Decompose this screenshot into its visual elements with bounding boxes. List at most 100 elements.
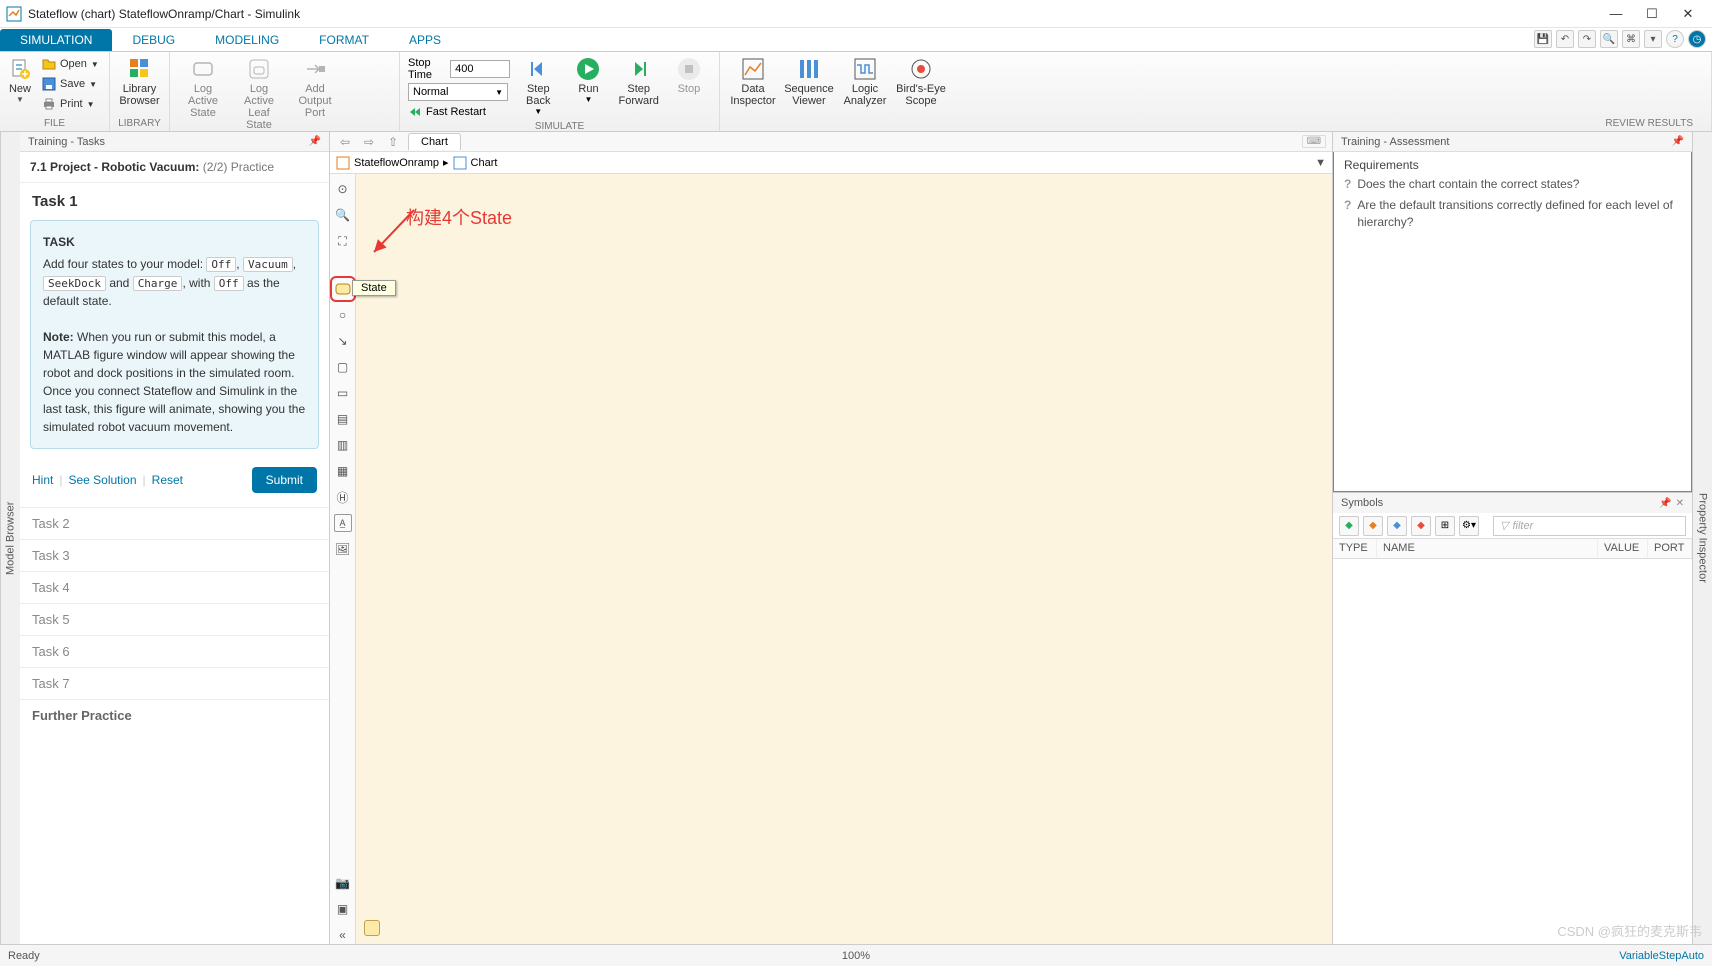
chart-canvas[interactable]: 构建4个State State [356, 174, 1332, 944]
data-inspector-button[interactable]: Data Inspector [728, 55, 778, 107]
task-row[interactable]: Task 5 [20, 603, 329, 635]
simulink-function-tool[interactable]: ▭ [334, 384, 352, 402]
task-row[interactable]: Task 7 [20, 667, 329, 699]
tab-format[interactable]: FORMAT [299, 29, 389, 51]
run-button[interactable]: Run▼ [566, 55, 610, 104]
step-back-button[interactable]: Step Back▼ [516, 55, 560, 116]
zoom-level[interactable]: 100% [842, 950, 870, 962]
task-row[interactable]: Task 4 [20, 571, 329, 603]
fast-restart-icon [408, 105, 422, 119]
canvas-badge-icon[interactable] [364, 920, 380, 936]
undo-icon[interactable]: ↶ [1556, 30, 1574, 48]
zoom-icon[interactable]: 🔍 [334, 206, 352, 224]
log-active-state-button[interactable]: Log Active State [178, 55, 228, 119]
property-inspector-tab[interactable]: Property Inspector [1692, 132, 1712, 944]
maximize-button[interactable]: ☐ [1634, 2, 1670, 26]
model-icon [336, 156, 350, 170]
reset-link[interactable]: Reset [152, 473, 183, 487]
nav-back-icon[interactable]: ⇦ [336, 134, 354, 150]
add-message-icon[interactable]: ◆ [1387, 516, 1407, 536]
new-button[interactable]: New ▼ [8, 55, 32, 104]
truth-table-tool[interactable]: ▦ [334, 462, 352, 480]
minimize-button[interactable]: — [1598, 2, 1634, 26]
shortcuts-icon[interactable]: ⌘ [1622, 30, 1640, 48]
stop-time-input[interactable] [450, 60, 510, 78]
fast-restart-button[interactable]: Fast Restart [408, 105, 510, 119]
default-transition-tool[interactable]: ↘ [334, 332, 352, 350]
delete-icon[interactable]: ◆ [1411, 516, 1431, 536]
step-forward-button[interactable]: Step Forward [617, 55, 661, 107]
sequence-viewer-button[interactable]: Sequence Viewer [784, 55, 834, 107]
model-browser-tab[interactable]: Model Browser [0, 132, 20, 944]
annotation-tool[interactable]: A̲ [334, 514, 352, 532]
subchart-icon[interactable]: ▣ [334, 900, 352, 918]
log-active-leaf-button[interactable]: Log Active Leaf State [234, 55, 284, 131]
open-button[interactable]: Open▼ [38, 55, 103, 73]
mode-select[interactable]: Normal▼ [408, 83, 508, 101]
birds-eye-button[interactable]: Bird's-Eye Scope [896, 55, 946, 107]
redo-icon[interactable]: ↷ [1578, 30, 1596, 48]
settings-icon[interactable]: ⚙▾ [1459, 516, 1479, 536]
task-row[interactable]: Task 6 [20, 635, 329, 667]
close-button[interactable]: ✕ [1670, 2, 1706, 26]
new-icon [8, 57, 32, 81]
symbols-table-header: TYPE NAME VALUE PORT [1333, 539, 1692, 559]
library-browser-button[interactable]: Library Browser [118, 55, 161, 107]
fit-icon[interactable]: ⛶ [334, 232, 352, 250]
hint-link[interactable]: Hint [32, 473, 53, 487]
tab-modeling[interactable]: MODELING [195, 29, 299, 51]
add-data-icon[interactable]: ◆ [1339, 516, 1359, 536]
fullscreen-icon[interactable]: ◷ [1688, 30, 1706, 48]
step-back-icon [526, 57, 550, 81]
graphical-function-tool[interactable]: ▤ [334, 410, 352, 428]
matlab-function-tool[interactable]: ▥ [334, 436, 352, 454]
task-row[interactable]: Task 3 [20, 539, 329, 571]
nav-up-icon[interactable]: ⇧ [384, 134, 402, 150]
solver-label[interactable]: VariableStepAuto [1619, 950, 1704, 962]
task-row[interactable]: Task 2 [20, 507, 329, 539]
history-junction-tool[interactable]: Ⓗ [334, 488, 352, 506]
task-title: Task 1 [20, 183, 329, 216]
stop-time-label: Stop Time [408, 57, 444, 81]
add-event-icon[interactable]: ◆ [1363, 516, 1383, 536]
breadcrumb-leaf[interactable]: Chart [471, 157, 498, 169]
help-dropdown-icon[interactable]: ▾ [1644, 30, 1662, 48]
symbols-filter[interactable]: ▽filter [1493, 516, 1686, 536]
collapse-icon[interactable]: « [334, 926, 352, 944]
close-icon[interactable]: ✕ [1676, 498, 1684, 509]
junction-tool[interactable]: ○ [334, 306, 352, 324]
task-row[interactable]: Further Practice [20, 699, 329, 731]
logic-analyzer-button[interactable]: Logic Analyzer [840, 55, 890, 107]
image-tool[interactable]: 🖼 [334, 540, 352, 558]
resolve-icon[interactable]: ⊞ [1435, 516, 1455, 536]
annotation-arrow [366, 202, 426, 262]
library-icon [128, 57, 152, 81]
fit-to-view-icon[interactable]: ⊙ [334, 180, 352, 198]
add-output-port-button[interactable]: Add Output Port [290, 55, 340, 119]
tab-apps[interactable]: APPS [389, 29, 461, 51]
print-button[interactable]: Print▼ [38, 95, 103, 113]
box-tool[interactable]: ▢ [334, 358, 352, 376]
pin-icon[interactable]: 📌 [1672, 136, 1684, 147]
help-icon[interactable]: ? [1666, 30, 1684, 48]
tab-debug[interactable]: DEBUG [112, 29, 195, 51]
data-inspector-icon [741, 57, 765, 81]
breadcrumb-dropdown[interactable]: ▼ [1315, 157, 1326, 169]
screenshot-icon[interactable]: 📷 [334, 874, 352, 892]
question-icon: ? [1344, 197, 1351, 231]
nav-forward-icon[interactable]: ⇨ [360, 134, 378, 150]
state-tool[interactable] [334, 280, 352, 298]
doc-tab-chart[interactable]: Chart [408, 133, 461, 150]
save-icon[interactable]: 💾 [1534, 30, 1552, 48]
assessment-title: Training - Assessment [1341, 136, 1449, 148]
tab-simulation[interactable]: SIMULATION [0, 29, 112, 51]
pin-icon[interactable]: 📌 [1659, 498, 1671, 509]
see-solution-link[interactable]: See Solution [68, 473, 136, 487]
breadcrumb-root[interactable]: StateflowOnramp [354, 157, 439, 169]
stop-button[interactable]: Stop [667, 55, 711, 95]
pin-icon[interactable]: 📌 [309, 136, 321, 147]
search-icon[interactable]: 🔍 [1600, 30, 1618, 48]
keyboard-icon[interactable]: ⌨ [1302, 135, 1326, 148]
save-button[interactable]: Save▼ [38, 75, 103, 93]
submit-button[interactable]: Submit [252, 467, 317, 493]
